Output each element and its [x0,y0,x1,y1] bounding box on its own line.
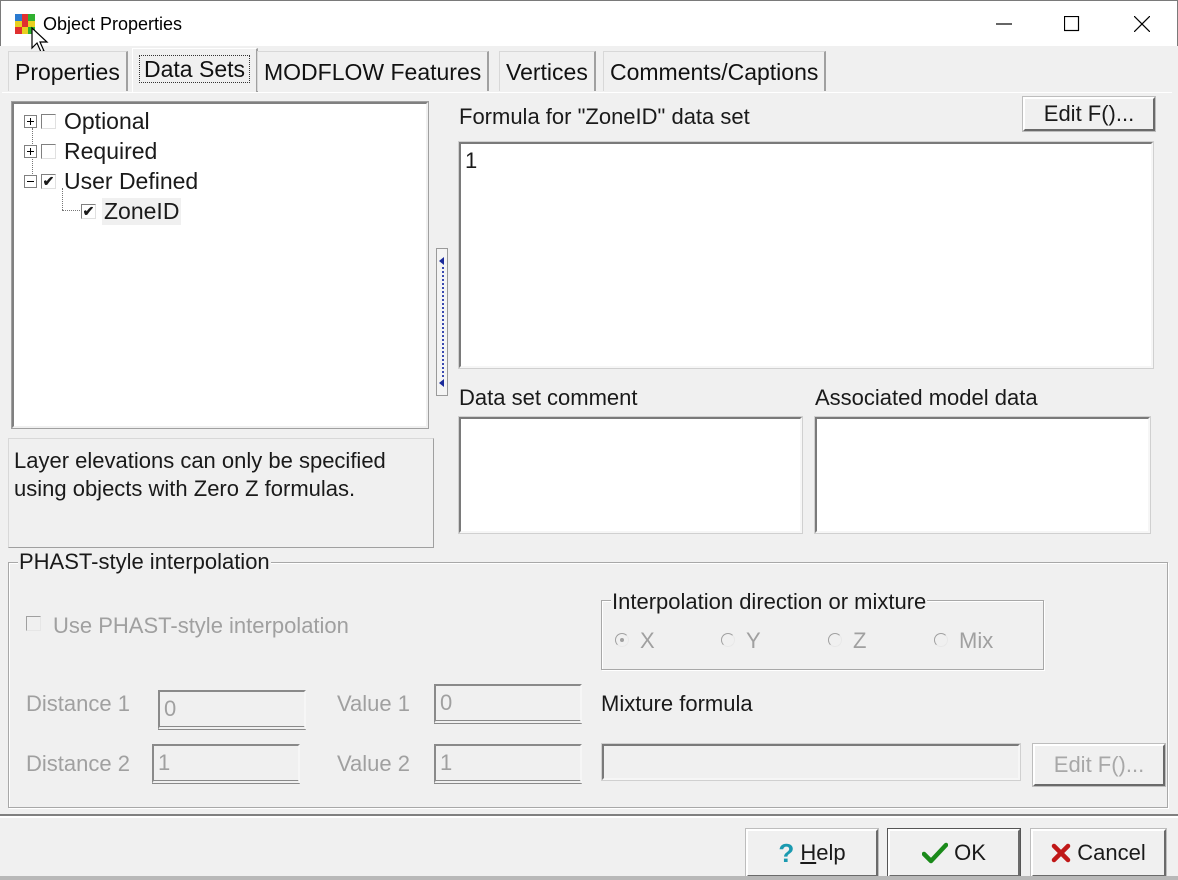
field-value: 0 [440,690,453,715]
help-hotkey: H [800,840,817,865]
tree-item-label: Optional [64,107,150,134]
radio-y[interactable] [721,633,735,647]
minimize-button[interactable] [969,1,1039,47]
minimize-icon [996,23,1012,25]
tree-item-label: User Defined [64,167,199,194]
use-phast-label: Use PHAST-style interpolation [53,613,349,638]
distance2-label: Distance 2 [26,751,130,776]
maximize-icon [1064,16,1080,32]
data-set-comment-input[interactable] [458,416,803,534]
radio-z-label: Z [853,628,867,653]
tree-item-required[interactable]: Required [24,136,157,166]
formula-value: 1 [465,148,478,173]
associated-model-data-box[interactable] [814,416,1151,534]
tree-item-label: ZoneID [102,197,182,225]
distance1-input[interactable]: 0 [158,690,306,730]
data-set-comment-label: Data set comment [459,385,638,410]
checkbox-optional[interactable] [41,113,56,129]
grip-dots [442,267,444,377]
value1-input[interactable]: 0 [434,684,582,724]
layer-elevation-note: Layer elevations can only be specified u… [8,438,434,548]
tab-bar: Properties Data Sets MODFLOW Features Ve… [0,46,1178,94]
tree-item-optional[interactable]: Optional [24,106,150,136]
maximize-button[interactable] [1037,1,1107,47]
checkbox-required[interactable] [41,143,56,159]
tab-label: Properties [15,59,120,85]
tab-label: Data Sets [139,55,250,83]
expand-icon[interactable] [24,114,37,128]
ok-label: OK [954,840,986,865]
associated-model-data-label: Associated model data [815,385,1038,410]
tree-item-user-defined[interactable]: ✔ User Defined [24,166,198,196]
mixture-formula-input[interactable] [601,743,1021,781]
check-icon [922,842,949,864]
tree-item-label: Required [64,137,158,164]
tree-line [62,210,80,211]
mixture-formula-label: Mixture formula [601,691,753,716]
close-icon [1134,16,1150,32]
tab-properties[interactable]: Properties [8,51,128,91]
formula-input[interactable]: 1 [458,141,1154,369]
edit-formula-button[interactable]: Edit F()... [1022,96,1156,132]
radio-y-label: Y [746,628,761,653]
value2-label: Value 2 [337,751,410,776]
button-label: Edit F()... [1043,101,1135,126]
field-value: 1 [158,750,171,775]
splitter-handle[interactable] [436,248,448,396]
window-bottom-edge [0,876,1178,880]
tab-label: Comments/Captions [610,59,819,85]
collapse-left-arrow-icon [439,379,444,387]
interpolation-direction-title: Interpolation direction or mixture [611,589,928,615]
help-label: elp [816,840,846,865]
x-icon [1052,843,1071,863]
formula-label: Formula for "ZoneID" data set [459,104,750,129]
radio-x[interactable] [615,633,629,647]
cancel-label: Cancel [1077,840,1146,865]
tree-item-zoneid[interactable]: ✔ ZoneID [81,196,182,226]
distance1-label: Distance 1 [26,691,130,716]
radio-z[interactable] [828,633,842,647]
checkbox-user-defined[interactable]: ✔ [41,173,56,189]
help-icon: ? [778,837,795,868]
footer-separator [0,814,1178,818]
data-set-tree[interactable]: Optional Required ✔ User Defined ✔ ZoneI… [11,101,429,429]
value2-input[interactable]: 1 [434,744,582,784]
collapse-left-arrow-icon [439,257,444,265]
ok-button[interactable]: OK [887,828,1021,878]
radio-mix-label: Mix [959,628,994,653]
tab-label: MODFLOW Features [264,59,482,85]
help-button[interactable]: ? Help [745,828,879,878]
title-bar: Object Properties [0,0,1178,46]
radio-x-label: X [640,628,655,653]
tab-modflow-features[interactable]: MODFLOW Features [257,51,490,91]
value1-label: Value 1 [337,691,410,716]
tab-vertices[interactable]: Vertices [499,51,596,91]
use-phast-checkbox[interactable] [26,616,41,631]
checkbox-zoneid[interactable]: ✔ [81,203,96,219]
field-value: 0 [164,696,177,721]
tab-label: Vertices [506,59,588,85]
button-label: Edit F()... [1053,752,1145,777]
collapse-icon[interactable] [24,174,37,188]
field-value: 1 [440,750,453,775]
cancel-button[interactable]: Cancel [1030,828,1167,878]
expand-icon[interactable] [24,144,37,158]
distance2-input[interactable]: 1 [152,744,300,784]
radio-mix[interactable] [934,633,948,647]
note-text: Layer elevations can only be specified u… [14,448,386,501]
tab-data-sets[interactable]: Data Sets [132,48,258,92]
phast-group-title: PHAST-style interpolation [18,549,271,575]
close-button[interactable] [1107,1,1177,47]
window-title: Object Properties [43,14,183,34]
edit-mixture-formula-button[interactable]: Edit F()... [1032,743,1166,787]
tab-comments-captions[interactable]: Comments/Captions [603,51,827,91]
